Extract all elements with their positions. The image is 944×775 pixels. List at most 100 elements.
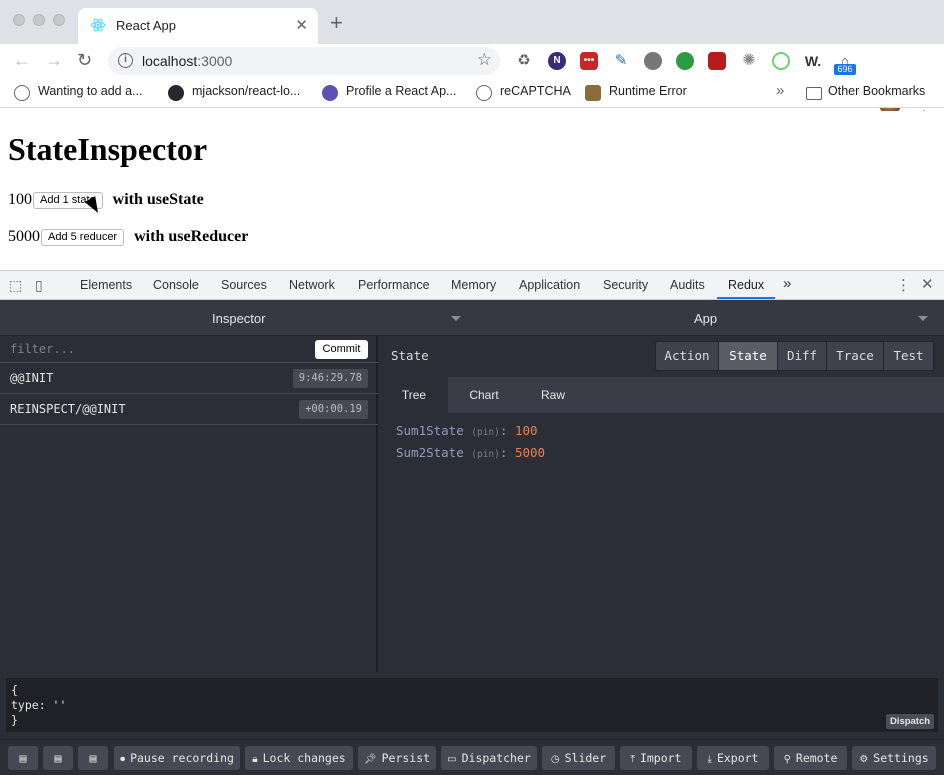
recycle-extension-icon[interactable]: ♻	[515, 52, 533, 70]
eyedropper-extension-icon[interactable]: ✎	[612, 52, 630, 70]
action-list-pane: filter... Commit @@INIT 9:46:29.78 REINS…	[0, 336, 378, 672]
close-window-icon[interactable]	[13, 14, 25, 26]
devtools-menu-icon[interactable]: ⋮	[896, 276, 911, 294]
minimize-window-icon[interactable]	[33, 14, 45, 26]
tab-application[interactable]: Application	[519, 278, 580, 292]
action-time: +00:00.19	[299, 400, 368, 419]
chevron-down-icon[interactable]	[451, 316, 461, 321]
gear-extension-icon[interactable]: ✺	[740, 52, 758, 70]
app-icon	[585, 85, 601, 101]
commit-button[interactable]: Commit	[315, 340, 368, 359]
bookmark-item[interactable]: reCAPTCHA	[500, 84, 571, 98]
pin-toggle[interactable]: (pin)	[471, 449, 500, 460]
devtools-tab-bar: ⬚ ▯ Elements Console Sources Network Per…	[0, 270, 944, 300]
list-item[interactable]: @@INIT 9:46:29.78	[0, 363, 378, 394]
page-title: StateInspector	[8, 131, 208, 167]
download-icon: ⤓	[707, 754, 712, 765]
ring-extension-icon[interactable]	[772, 52, 790, 70]
evernote-extension-icon[interactable]	[676, 52, 694, 70]
tab-audits[interactable]: Audits	[670, 278, 705, 292]
tab-performance[interactable]: Performance	[358, 278, 430, 292]
state-value: 100	[8, 191, 32, 208]
tab-elements[interactable]: Elements	[80, 278, 132, 292]
dock-bottom-icon[interactable]: ▤	[78, 746, 108, 770]
bookmark-item[interactable]: Wanting to add a...	[38, 84, 142, 98]
new-tab-button[interactable]: +	[330, 12, 343, 34]
tab-security[interactable]: Security	[603, 278, 648, 292]
export-button[interactable]: ⤓ Export	[697, 746, 769, 770]
lock-icon: 🔒︎	[252, 754, 258, 765]
dispatch-button[interactable]: Dispatch	[886, 714, 934, 729]
pin-icon: 📌︎	[363, 754, 377, 765]
settings-button[interactable]: ⚙ Settings	[852, 746, 936, 770]
state-tree-item[interactable]: Sum1State (pin): 100	[396, 423, 538, 438]
dispatcher-button[interactable]: ▭ Dispatcher	[441, 746, 537, 770]
record-icon: ⏺	[120, 754, 126, 765]
close-devtools-icon[interactable]: ✕	[921, 275, 934, 293]
browser-toolbar: ← → ↻ i localhost:3000 ☆ ♻ N ••• ✎ ✺ W. …	[0, 44, 944, 115]
tab-trace[interactable]: Trace	[826, 341, 884, 371]
instance-select[interactable]: App	[694, 311, 717, 326]
lastpass-extension-icon[interactable]: •••	[580, 52, 598, 70]
info-icon[interactable]: i	[118, 53, 133, 68]
monitor-select[interactable]: Inspector	[212, 311, 265, 326]
bookmark-item[interactable]: mjackson/react-lo...	[192, 84, 300, 98]
pause-recording-button[interactable]: ⏺ Pause recording	[114, 746, 240, 770]
pin-toggle[interactable]: (pin)	[471, 427, 500, 438]
n-extension-icon[interactable]: N	[548, 52, 566, 70]
forward-icon[interactable]: →	[45, 50, 63, 71]
bookmark-item[interactable]: Profile a React Ap...	[346, 84, 456, 98]
browser-tab-bar: React App ✕ +	[0, 0, 944, 44]
bookmark-star-icon[interactable]: ☆	[477, 50, 492, 70]
persist-button[interactable]: 📌︎ Persist	[358, 746, 436, 770]
tab-raw[interactable]: Raw	[520, 377, 586, 413]
w-extension-icon[interactable]: W.	[804, 52, 822, 70]
state-tree-item[interactable]: Sum2State (pin): 5000	[396, 445, 545, 460]
state-row: 100 Add 1 state with useState	[8, 191, 204, 209]
clock-icon: ◷	[550, 754, 560, 765]
browser-tab[interactable]: React App ✕	[78, 8, 318, 44]
url-text: localhost:3000	[142, 53, 233, 69]
slider-button[interactable]: ◷ Slider	[542, 746, 615, 770]
import-button[interactable]: ⤒ Import	[620, 746, 692, 770]
dock-right-icon[interactable]: ▤	[43, 746, 73, 770]
bug-extension-icon[interactable]	[708, 52, 726, 70]
tab-redux[interactable]: Redux	[728, 278, 764, 292]
tab-network[interactable]: Network	[289, 278, 335, 292]
inspect-element-icon[interactable]: ⬚	[9, 277, 22, 294]
tab-state[interactable]: State	[718, 341, 778, 371]
lock-changes-button[interactable]: 🔒︎ Lock changes	[245, 746, 353, 770]
add-reducer-button[interactable]: Add 5 reducer	[41, 228, 125, 246]
more-tabs-icon[interactable]: »	[783, 275, 791, 292]
brain-extension-icon[interactable]	[644, 52, 662, 70]
tab-diff[interactable]: Diff	[777, 341, 827, 371]
tab-memory[interactable]: Memory	[451, 278, 496, 292]
tab-test[interactable]: Test	[883, 341, 934, 371]
upload-icon: ⤒	[630, 754, 635, 765]
chevron-down-icon[interactable]	[918, 316, 928, 321]
back-icon[interactable]: ←	[13, 50, 31, 71]
reducer-label: with useReducer	[134, 228, 249, 245]
filter-input[interactable]: filter...	[10, 342, 75, 356]
zoom-window-icon[interactable]	[53, 14, 65, 26]
redux-header: Inspector App	[0, 300, 944, 336]
dispatcher-icon: ▭	[447, 754, 457, 765]
dispatch-editor[interactable]: { type: '' }	[6, 678, 938, 732]
bookmark-item[interactable]: Runtime Error	[609, 84, 687, 98]
bookmarks-overflow-icon[interactable]: »	[776, 82, 784, 99]
reload-icon[interactable]: ↻	[77, 50, 92, 71]
reducer-value: 5000	[8, 228, 40, 245]
other-bookmarks[interactable]: Other Bookmarks	[828, 84, 925, 98]
address-bar[interactable]: i localhost:3000 ☆	[108, 47, 500, 75]
remote-button[interactable]: ⚲ Remote	[774, 746, 847, 770]
tab-tree[interactable]: Tree	[380, 377, 448, 413]
tab-console[interactable]: Console	[153, 278, 199, 292]
list-item[interactable]: REINSPECT/@@INIT +00:00.19	[0, 394, 378, 425]
dock-left-icon[interactable]: ▤	[8, 746, 38, 770]
tab-action[interactable]: Action	[655, 341, 719, 371]
active-tab-indicator	[717, 297, 775, 299]
tab-chart[interactable]: Chart	[448, 377, 520, 413]
device-toggle-icon[interactable]: ▯	[35, 277, 43, 294]
close-tab-icon[interactable]: ✕	[295, 16, 308, 34]
tab-sources[interactable]: Sources	[221, 278, 267, 292]
